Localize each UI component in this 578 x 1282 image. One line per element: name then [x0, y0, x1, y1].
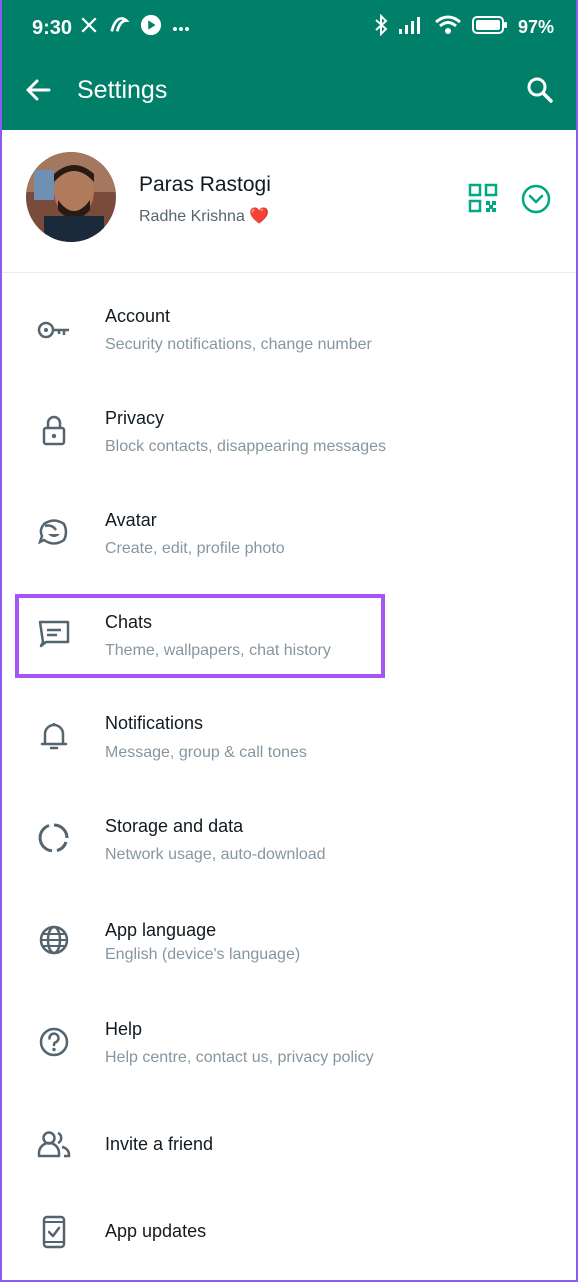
- avatar[interactable]: [26, 152, 116, 242]
- profile-name: Paras Rastogi: [139, 173, 271, 196]
- people-icon: [36, 1126, 72, 1162]
- menu-item-notifications[interactable]: Notifications Message, group & call tone…: [2, 688, 576, 788]
- profile-status: Radhe Krishna ❤️: [139, 208, 270, 225]
- menu-item-title: Privacy: [105, 408, 165, 428]
- menu-item-account[interactable]: Account Security notifications, change n…: [2, 280, 576, 380]
- search-icon: [527, 77, 553, 103]
- expand-account-button[interactable]: [520, 183, 552, 215]
- wifi-icon: [434, 14, 462, 41]
- menu-item-title: Help: [105, 1019, 143, 1039]
- menu-item-avatar[interactable]: Avatar Create, edit, profile photo: [2, 484, 576, 584]
- menu-item-title: Invite a friend: [105, 1134, 214, 1154]
- menu-item-subtitle: Security notifications, change number: [105, 336, 372, 353]
- menu-item-subtitle: Message, group & call tones: [105, 744, 307, 761]
- menu-item-subtitle: Help centre, contact us, privacy policy: [105, 1049, 374, 1066]
- menu-item-storage[interactable]: Storage and data Network usage, auto-dow…: [2, 790, 576, 890]
- menu-item-subtitle: Create, edit, profile photo: [105, 540, 285, 557]
- more-dots-icon: [172, 19, 190, 37]
- menu-item-title: Account: [105, 306, 171, 326]
- menu-item-title: App updates: [105, 1221, 207, 1241]
- menu-item-subtitle: Block contacts, disappearing messages: [105, 438, 387, 455]
- page-title: Settings: [77, 76, 168, 104]
- chevron-down-icon: [521, 184, 551, 214]
- x-icon: [80, 16, 98, 39]
- loop-icon: [108, 15, 130, 40]
- menu-item-title: App language: [105, 920, 217, 940]
- avatar-face-icon: [36, 514, 72, 550]
- lock-icon: [36, 412, 72, 448]
- bell-icon: [36, 718, 72, 754]
- qr-code-icon: [468, 183, 498, 213]
- menu-item-help[interactable]: Help Help centre, contact us, privacy po…: [2, 994, 576, 1094]
- status-icons-right: 97%: [374, 13, 554, 41]
- highlight-box: [15, 594, 385, 678]
- app-bar: 9:30 97% Settings: [2, 0, 576, 130]
- status-icons-left: [80, 14, 190, 41]
- back-arrow-icon: [26, 79, 51, 101]
- battery-percent: 97%: [517, 17, 554, 37]
- menu-item-subtitle: Network usage, auto-download: [105, 846, 326, 863]
- bluetooth-icon: [374, 13, 388, 41]
- qr-code-button[interactable]: [468, 183, 498, 213]
- key-icon: [36, 312, 72, 348]
- play-icon: [140, 14, 162, 41]
- menu-item-invite-friend[interactable]: Invite a friend: [2, 1096, 576, 1188]
- search-button[interactable]: [524, 74, 556, 106]
- menu-item-subtitle: English (device's language): [105, 946, 301, 963]
- signal-icon: [398, 15, 424, 40]
- profile-section[interactable]: Paras Rastogi Radhe Krishna ❤️: [2, 130, 576, 273]
- menu-item-app-language[interactable]: App language English (device's language): [2, 892, 576, 992]
- menu-item-title: Avatar: [105, 510, 157, 530]
- help-icon: [36, 1024, 72, 1060]
- phone-update-icon: [36, 1214, 72, 1250]
- menu-item-title: Notifications: [105, 713, 204, 733]
- menu-item-title: Storage and data: [105, 816, 244, 836]
- battery-icon: [471, 15, 508, 40]
- globe-icon: [36, 922, 72, 958]
- menu-item-privacy[interactable]: Privacy Block contacts, disappearing mes…: [2, 382, 576, 482]
- storage-ring-icon: [36, 820, 72, 856]
- menu-item-app-updates[interactable]: App updates: [2, 1188, 576, 1278]
- status-time: 9:30: [32, 17, 73, 39]
- back-button[interactable]: [22, 74, 54, 106]
